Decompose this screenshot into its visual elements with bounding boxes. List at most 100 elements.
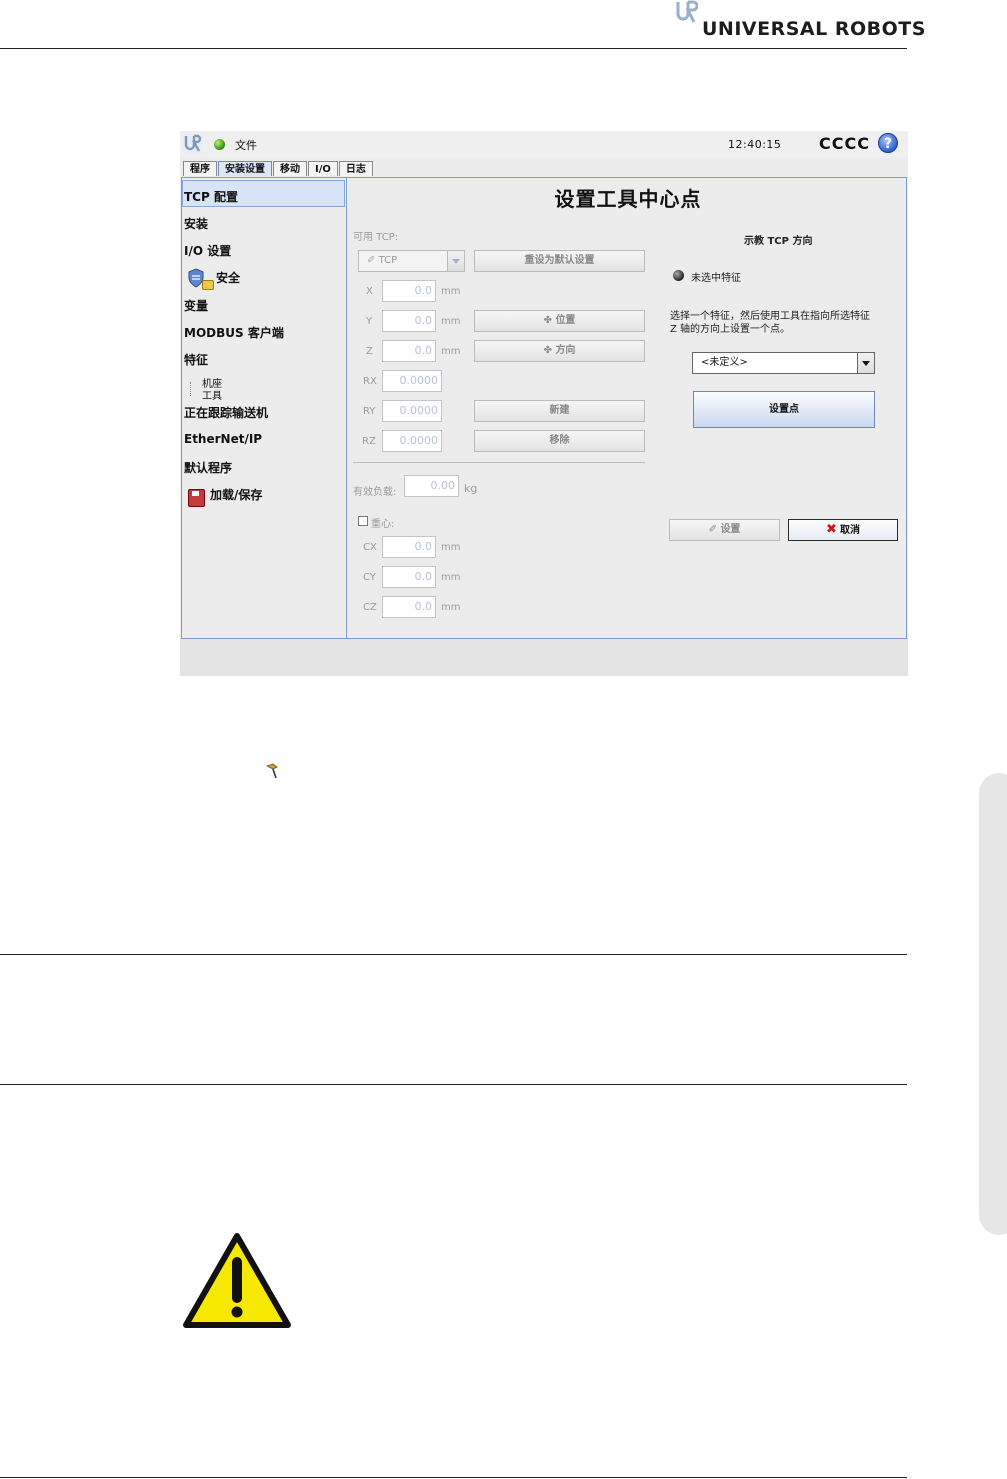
cancel-button[interactable]: ✖ 取消 (788, 519, 898, 541)
cz-field[interactable]: 0.0 (382, 596, 436, 618)
y-label: Y (366, 316, 373, 327)
sidebar-item-default-program[interactable]: 默认程序 (184, 459, 232, 476)
teach-heading: 示教 TCP 方向 (744, 236, 813, 247)
sidebar-item-modbus[interactable]: MODBUS 客户端 (184, 324, 284, 341)
section-rule (0, 954, 907, 955)
cy-field[interactable]: 0.0 (382, 566, 436, 588)
section-rule (0, 1084, 907, 1085)
x-unit: mm (441, 286, 461, 297)
tab-log[interactable]: 日志 (338, 161, 373, 176)
tree-line (190, 382, 192, 396)
set-button-label: 设置 (720, 524, 741, 535)
x-field[interactable]: 0.0 (382, 280, 436, 302)
tab-program[interactable]: 程序 (183, 161, 217, 176)
tab-io[interactable]: I/O (308, 161, 338, 176)
sidebar-item-conveyor-tracking[interactable]: 正在跟踪输送机 (184, 404, 268, 421)
instruction-line-2: Z 轴的方向上设置一个点。 (670, 324, 791, 335)
orientation-button-label: 方向 (555, 345, 576, 356)
sidebar-item-ethernet-ip[interactable]: EtherNet/IP (184, 432, 262, 446)
brand-name: UNIVERSAL ROBOTS (702, 18, 926, 40)
page-side-tab (979, 773, 1007, 1235)
pointer-tool-icon (265, 763, 278, 779)
main-tabs: 程序 安装设置 移动 I/O 日志 (183, 161, 374, 177)
sidebar-item-load-save[interactable]: 加载/保存 (210, 486, 262, 503)
new-tcp-button[interactable]: 新建 (474, 400, 645, 422)
caution-icon (183, 1233, 291, 1328)
help-icon[interactable]: ? (878, 133, 898, 153)
sidebar-item-safety[interactable]: 安全 (216, 269, 240, 286)
footer-rule (0, 1477, 907, 1478)
cx-field[interactable]: 0.0 (382, 536, 436, 558)
sidebar-item-tcp-config[interactable]: TCP 配置 (184, 188, 238, 205)
header-rule (0, 48, 907, 49)
reset-default-button[interactable]: 重设为默认设置 (474, 250, 645, 272)
ur-logo-icon[interactable] (183, 134, 203, 154)
cog-checkbox[interactable] (358, 516, 368, 526)
polyscope-screenshot: 文件 12:40:15 CCCC ? 程序 安装设置 移动 I/O 日志 TCP… (180, 131, 908, 676)
sidebar-item-variables[interactable]: 变量 (184, 297, 208, 314)
payload-field[interactable]: 0.00 (404, 475, 459, 497)
wrench-icon: ✐ (708, 524, 717, 535)
x-label: X (366, 286, 373, 297)
set-point-button[interactable]: 设置点 (693, 391, 875, 428)
rz-label: RZ (362, 436, 376, 447)
clock: 12:40:15 (728, 138, 782, 151)
no-feature-label: 未选中特征 (691, 273, 741, 284)
pointer-tool-icon: ✤ (543, 315, 552, 326)
cz-unit: mm (441, 602, 461, 613)
feature-status-icon (673, 270, 684, 281)
rx-label: RX (363, 376, 377, 387)
payload-unit: kg (464, 482, 478, 495)
sidebar-item-mounting[interactable]: 安装 (184, 215, 208, 232)
cog-label: 重心: (371, 519, 395, 530)
footer-bar (180, 639, 908, 676)
ur-logo-icon (676, 0, 698, 23)
position-button-label: 位置 (555, 315, 576, 326)
sidebar-subitem-tool[interactable]: 工具 (202, 387, 222, 402)
y-unit: mm (441, 316, 461, 327)
remove-tcp-button[interactable]: 移除 (474, 430, 645, 452)
feature-select-value: <未定义> (701, 357, 748, 368)
tcp-select[interactable]: ✐ TCP (358, 250, 465, 272)
close-icon: ✖ (826, 522, 837, 537)
cx-unit: mm (441, 542, 461, 553)
cz-label: CZ (363, 602, 377, 613)
robot-name: CCCC (819, 134, 870, 153)
cy-unit: mm (441, 572, 461, 583)
chevron-down-icon (857, 353, 874, 373)
sidebar-item-io-setup[interactable]: I/O 设置 (184, 242, 231, 259)
z-unit: mm (441, 346, 461, 357)
universal-robots-logo: UNIVERSAL ROBOTS (676, 0, 925, 44)
separator (353, 462, 645, 463)
top-bar: 文件 12:40:15 CCCC ? (180, 131, 908, 158)
save-icon (188, 489, 205, 507)
z-field[interactable]: 0.0 (382, 340, 436, 362)
tab-installation[interactable]: 安装设置 (218, 161, 272, 176)
rx-field[interactable]: 0.0000 (382, 370, 442, 392)
chevron-down-icon (447, 251, 464, 271)
set-button[interactable]: ✐ 设置 (669, 519, 780, 541)
ry-label: RY (363, 406, 376, 417)
payload-label: 有效负载: (353, 487, 397, 498)
page-title: 设置工具中心点 (554, 187, 702, 211)
feature-select[interactable]: <未定义> (692, 352, 875, 374)
available-tcp-label: 可用 TCP: (353, 232, 399, 243)
cy-label: CY (363, 572, 376, 583)
file-menu[interactable]: 文件 (235, 137, 257, 153)
position-button[interactable]: ✤ 位置 (474, 310, 645, 332)
y-field[interactable]: 0.0 (382, 310, 436, 332)
pointer-tool-icon: ✤ (543, 345, 552, 356)
tab-move[interactable]: 移动 (273, 161, 307, 176)
ry-field[interactable]: 0.0000 (382, 400, 442, 422)
wrench-icon: ✐ (367, 255, 376, 266)
orientation-button[interactable]: ✤ 方向 (474, 340, 645, 362)
installation-panel: TCP 配置 安装 I/O 设置 安全 变量 MODBUS 客户端 特征 机座 … (181, 177, 907, 639)
z-label: Z (366, 346, 373, 357)
rz-field[interactable]: 0.0000 (382, 430, 442, 452)
lock-icon (202, 280, 214, 290)
cx-label: CX (363, 542, 377, 553)
robot-status-icon (214, 139, 225, 150)
cancel-button-label: 取消 (839, 525, 860, 536)
sidebar: TCP 配置 安装 I/O 设置 安全 变量 MODBUS 客户端 特征 机座 … (182, 178, 347, 638)
sidebar-item-features[interactable]: 特征 (184, 351, 208, 368)
